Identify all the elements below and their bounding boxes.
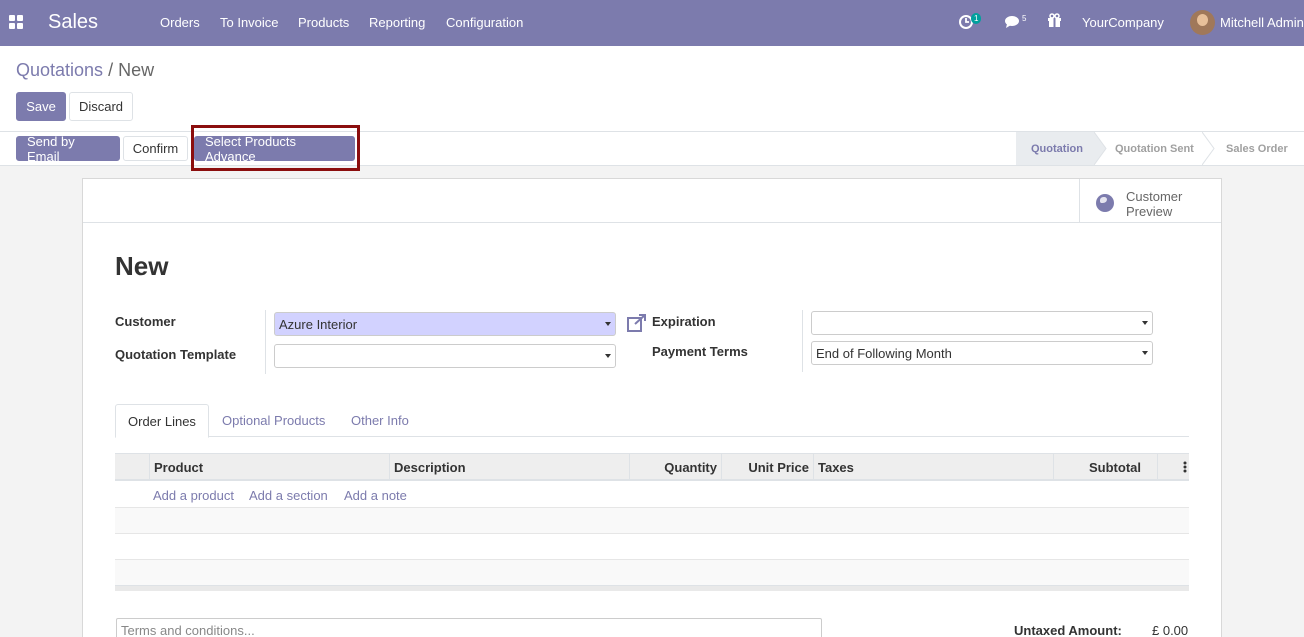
activity-count-badge: 1 <box>971 13 982 24</box>
menu-orders[interactable]: Orders <box>160 15 200 30</box>
quotation-template-label: Quotation Template <box>115 347 237 362</box>
field-divider <box>265 310 266 374</box>
payment-terms-value: End of Following Month <box>816 345 952 361</box>
tab-optional-products[interactable]: Optional Products <box>210 404 337 437</box>
confirm-button[interactable]: Confirm <box>123 136 188 161</box>
column-taxes[interactable]: Taxes <box>813 454 1053 480</box>
tab-order-lines[interactable]: Order Lines <box>115 404 209 438</box>
apps-menu-icon[interactable] <box>9 15 23 29</box>
control-panel: Quotations / New Save Discard <box>0 46 1304 132</box>
column-quantity[interactable]: Quantity <box>629 454 721 480</box>
breadcrumb-separator: / <box>108 60 114 80</box>
table-row <box>115 534 1189 560</box>
column-product[interactable]: Product <box>149 454 389 480</box>
table-footer <box>115 585 1189 591</box>
breadcrumb-current: New <box>118 60 155 80</box>
messages-count: 5 <box>1022 14 1027 23</box>
order-lines-header: Product Description Quantity Unit Price … <box>115 453 1189 481</box>
menu-reporting[interactable]: Reporting <box>369 15 425 30</box>
menu-products[interactable]: Products <box>298 15 349 30</box>
notebook-tabs: Order Lines Optional Products Other Info <box>115 404 1189 438</box>
expiration-field[interactable] <box>811 311 1153 335</box>
stage-sales-order[interactable]: Sales Order <box>1226 132 1296 165</box>
add-section-link[interactable]: Add a section <box>249 488 328 503</box>
user-menu[interactable]: Mitchell Admin <box>1220 15 1304 30</box>
payment-terms-label: Payment Terms <box>652 344 748 359</box>
untaxed-amount-value: £ 0.00 <box>1152 623 1189 637</box>
payment-terms-field[interactable]: End of Following Month <box>811 341 1153 365</box>
column-unit-price[interactable]: Unit Price <box>721 454 813 480</box>
external-link-icon[interactable] <box>627 314 647 335</box>
globe-icon <box>1096 194 1114 212</box>
breadcrumb-quotations[interactable]: Quotations <box>16 60 103 80</box>
app-name[interactable]: Sales <box>48 11 98 34</box>
customer-preview-label-line1: Customer <box>1126 189 1183 204</box>
top-navbar: Sales Orders To Invoice Products Reporti… <box>0 0 1304 46</box>
add-product-link[interactable]: Add a product <box>153 488 234 503</box>
stage-quotation-sent[interactable]: Quotation Sent <box>1115 132 1205 165</box>
dropdown-caret-icon <box>605 322 611 326</box>
messages-icon[interactable] <box>1004 14 1022 33</box>
customer-preview-label: Customer Preview <box>1126 189 1206 219</box>
gift-icon[interactable] <box>1047 13 1062 31</box>
terms-and-conditions-input[interactable]: Terms and conditions... <box>116 618 822 637</box>
column-description[interactable]: Description <box>389 454 629 480</box>
table-row <box>115 560 1189 586</box>
add-note-link[interactable]: Add a note <box>344 488 407 503</box>
dropdown-caret-icon <box>1142 321 1148 325</box>
user-avatar[interactable] <box>1190 10 1215 35</box>
record-title: New <box>115 251 169 281</box>
dropdown-caret-icon <box>605 354 611 358</box>
stage-separator <box>1094 132 1107 165</box>
customer-field[interactable]: Azure Interior <box>274 312 616 336</box>
customer-preview-label-line2: Preview <box>1126 204 1173 219</box>
customer-value: Azure Interior <box>279 316 358 332</box>
stage-separator <box>1202 132 1215 165</box>
optional-columns-icon[interactable] <box>1157 454 1189 480</box>
menu-configuration[interactable]: Configuration <box>446 15 523 30</box>
discard-button[interactable]: Discard <box>69 92 133 121</box>
breadcrumb: Quotations / New <box>16 60 154 81</box>
column-subtotal[interactable]: Subtotal <box>1053 454 1157 480</box>
company-switcher[interactable]: YourCompany <box>1082 15 1164 30</box>
dropdown-caret-icon <box>1142 351 1148 355</box>
table-row <box>115 508 1189 534</box>
save-button[interactable]: Save <box>16 92 66 121</box>
untaxed-amount-label: Untaxed Amount: <box>1014 623 1122 637</box>
highlight-box <box>191 125 360 171</box>
customer-preview-button[interactable]: Customer Preview <box>1079 179 1221 223</box>
field-divider <box>802 310 803 372</box>
tab-other-info[interactable]: Other Info <box>339 404 421 437</box>
stage-quotation[interactable]: Quotation <box>1016 132 1094 165</box>
quotation-template-field[interactable] <box>274 344 616 368</box>
menu-to-invoice[interactable]: To Invoice <box>220 15 279 30</box>
send-by-email-button[interactable]: Send by Email <box>16 134 120 164</box>
expiration-label: Expiration <box>652 314 716 329</box>
customer-label: Customer <box>115 314 176 329</box>
button-box <box>83 179 1221 223</box>
